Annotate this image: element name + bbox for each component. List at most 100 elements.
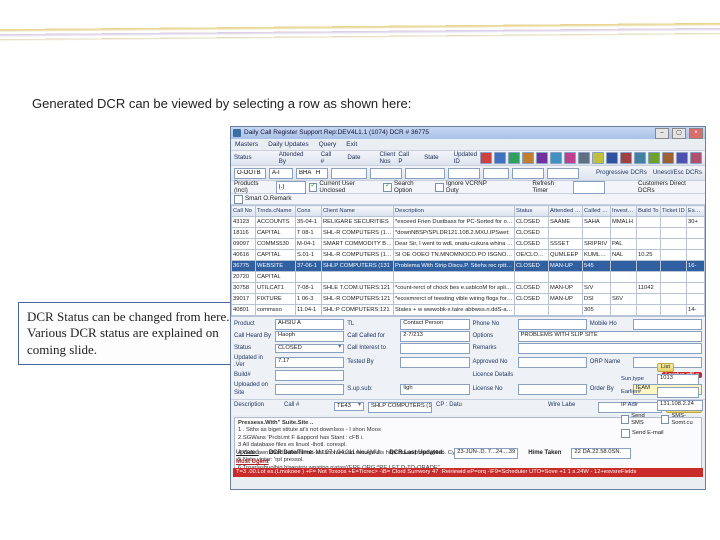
col-header[interactable]: Trnds.cName (256, 206, 296, 217)
menu-dailyupdates[interactable]: Daily Updates (268, 141, 308, 149)
product-lbl: Product (234, 321, 272, 328)
col-header[interactable]: Ticket ID (661, 206, 687, 217)
table-row[interactable]: 30758UTILCAT17-08-1SHLE T.COM.UTERS:121*… (232, 283, 705, 294)
cell: FIXTURE (256, 294, 296, 305)
products-input[interactable] (276, 181, 306, 194)
col-header[interactable]: Client Name (322, 206, 394, 217)
list-button[interactable]: List (657, 363, 674, 372)
state-input[interactable] (512, 168, 544, 179)
toolbar-icon-12[interactable] (648, 152, 660, 164)
product-val[interactable]: AHSIU A (275, 319, 344, 330)
callno-input[interactable] (370, 168, 402, 179)
uploaded-val[interactable] (275, 384, 344, 395)
toolbar-icon-8[interactable] (592, 152, 604, 164)
cb-send-sms[interactable] (621, 415, 629, 424)
col-header[interactable]: Call No (232, 206, 256, 217)
updin-val[interactable]: 7.17 (275, 357, 344, 368)
cb-sms-cust[interactable] (661, 415, 669, 424)
table-row[interactable]: 18116CAPITALT 08-1SHL-R COMPUTERS (131*d… (232, 228, 705, 239)
toolbar-icon-6[interactable] (564, 152, 576, 164)
date-input[interactable] (405, 168, 445, 179)
minimize-button[interactable]: – (655, 128, 669, 139)
cell (661, 305, 687, 316)
menu-masters[interactable]: Masters (235, 141, 258, 149)
callhead-lbl: Call Heard By (234, 333, 272, 340)
tested-val[interactable] (400, 357, 469, 368)
toolbar-icon-14[interactable] (676, 152, 688, 164)
mobile-val[interactable] (633, 319, 702, 330)
menu-exit[interactable]: Exit (346, 141, 357, 149)
col-header[interactable]: Escl Own (687, 206, 705, 217)
toolbar-icon-10[interactable] (620, 152, 632, 164)
col-header[interactable]: Attended By (549, 206, 583, 217)
options-lbl: Options (473, 333, 515, 340)
state-hdr: State (424, 154, 438, 161)
table-row[interactable]: 36775WEBSITE37-06-1SHLP COMPUTERS (131Pr… (232, 261, 705, 272)
toolbar-icon-5[interactable] (550, 152, 562, 164)
cb-ignore-vcrnp[interactable]: Ignore VCRNP Duty (435, 180, 499, 195)
cb-search-option[interactable]: ✓Search Option (383, 180, 432, 195)
cell: CLOSED (515, 283, 549, 294)
desc-ticket-sel[interactable]: TE43 (334, 402, 364, 411)
callhead-val[interactable]: Haoph (275, 331, 344, 342)
cb-current-user[interactable]: ✓Current User Unclosed (309, 180, 381, 195)
status-lbl-d: Status (234, 345, 272, 352)
suntype-val[interactable]: 1013 (657, 374, 699, 385)
refresh-timer-input[interactable] (573, 181, 605, 194)
toolbar-icon-4[interactable] (536, 152, 548, 164)
toolbar-icon-9[interactable] (606, 152, 618, 164)
toolbar-icon-7[interactable] (578, 152, 590, 164)
approved-val[interactable] (518, 357, 587, 368)
cell (611, 283, 637, 294)
filter-options-row2: Smart O.Remark (231, 194, 705, 205)
table-row[interactable]: 43123ACCOUNTS35-04-1RELIGARE SECURITIES*… (232, 217, 705, 228)
cb-send-email[interactable] (621, 429, 630, 438)
cell: S6V (611, 294, 637, 305)
toolbar-icon-13[interactable] (662, 152, 674, 164)
attended-input[interactable] (331, 168, 367, 179)
table-row[interactable]: 39017FIXTURE1 06-3SHL-R COMPUTERS:121*ec… (232, 294, 705, 305)
col-header[interactable]: Cons (296, 206, 322, 217)
toolbar-icon-1[interactable] (494, 152, 506, 164)
callfor-val[interactable]: 2·7/213 (400, 331, 469, 342)
col-header[interactable]: Build To (637, 206, 661, 217)
table-row[interactable]: 40616CAPITALS.01-1SHL-R COMPUTERS (131SI… (232, 250, 705, 261)
col-header[interactable]: Status (515, 206, 549, 217)
remarks-val[interactable] (518, 343, 703, 354)
cell: 1 06-3 (296, 294, 322, 305)
toolbar-icon-0[interactable] (480, 152, 492, 164)
cell: DSI (583, 294, 611, 305)
status-select[interactable]: CLOSED (275, 344, 344, 353)
callp-input[interactable] (483, 168, 509, 179)
callint-val[interactable] (400, 343, 469, 354)
tl-val[interactable]: Contact Person (400, 319, 469, 330)
table-row[interactable]: 20720CAPITAL (232, 272, 705, 283)
col-header[interactable]: Called For (583, 206, 611, 217)
status-sel-2[interactable] (269, 168, 293, 179)
options-val[interactable]: PROBLEMS WITH SLIP SITE (518, 331, 703, 342)
table-row[interactable]: 09097COMMS530M-04-1SMART COMMODITY BRCDe… (232, 239, 705, 250)
phone-val[interactable] (518, 319, 587, 330)
cb-smart-remark[interactable]: Smart O.Remark (234, 195, 291, 204)
licenseno-val[interactable] (518, 384, 587, 395)
status-sel-1[interactable] (234, 168, 266, 179)
menu-query[interactable]: Query (319, 141, 337, 149)
earlier-val[interactable] (657, 387, 699, 398)
maximize-button[interactable]: ▢ (672, 128, 686, 139)
client-input[interactable] (448, 168, 480, 179)
dcr-grid[interactable]: Call NoTrnds.cNameConsClient NameDescrip… (231, 205, 705, 316)
col-header[interactable]: Description (394, 206, 515, 217)
col-header[interactable]: Investor No (611, 206, 637, 217)
toolbar-icon-11[interactable] (634, 152, 646, 164)
upd-input[interactable] (547, 168, 579, 179)
toolbar-icon-15[interactable] (690, 152, 702, 164)
close-button[interactable]: × (689, 128, 703, 139)
cell: CLOSED (515, 239, 549, 250)
status-sel-3[interactable] (296, 168, 328, 179)
buildno-val[interactable] (275, 370, 344, 381)
supsub-val[interactable]: Iigh (400, 384, 469, 395)
toolbar-icon-3[interactable] (522, 152, 534, 164)
cb-send-sms-lbl: Send SMS (631, 413, 655, 427)
toolbar-icon-2[interactable] (508, 152, 520, 164)
table-row[interactable]: 40801commsso11.04-1SHL:P COMPUTERS:121St… (232, 305, 705, 316)
